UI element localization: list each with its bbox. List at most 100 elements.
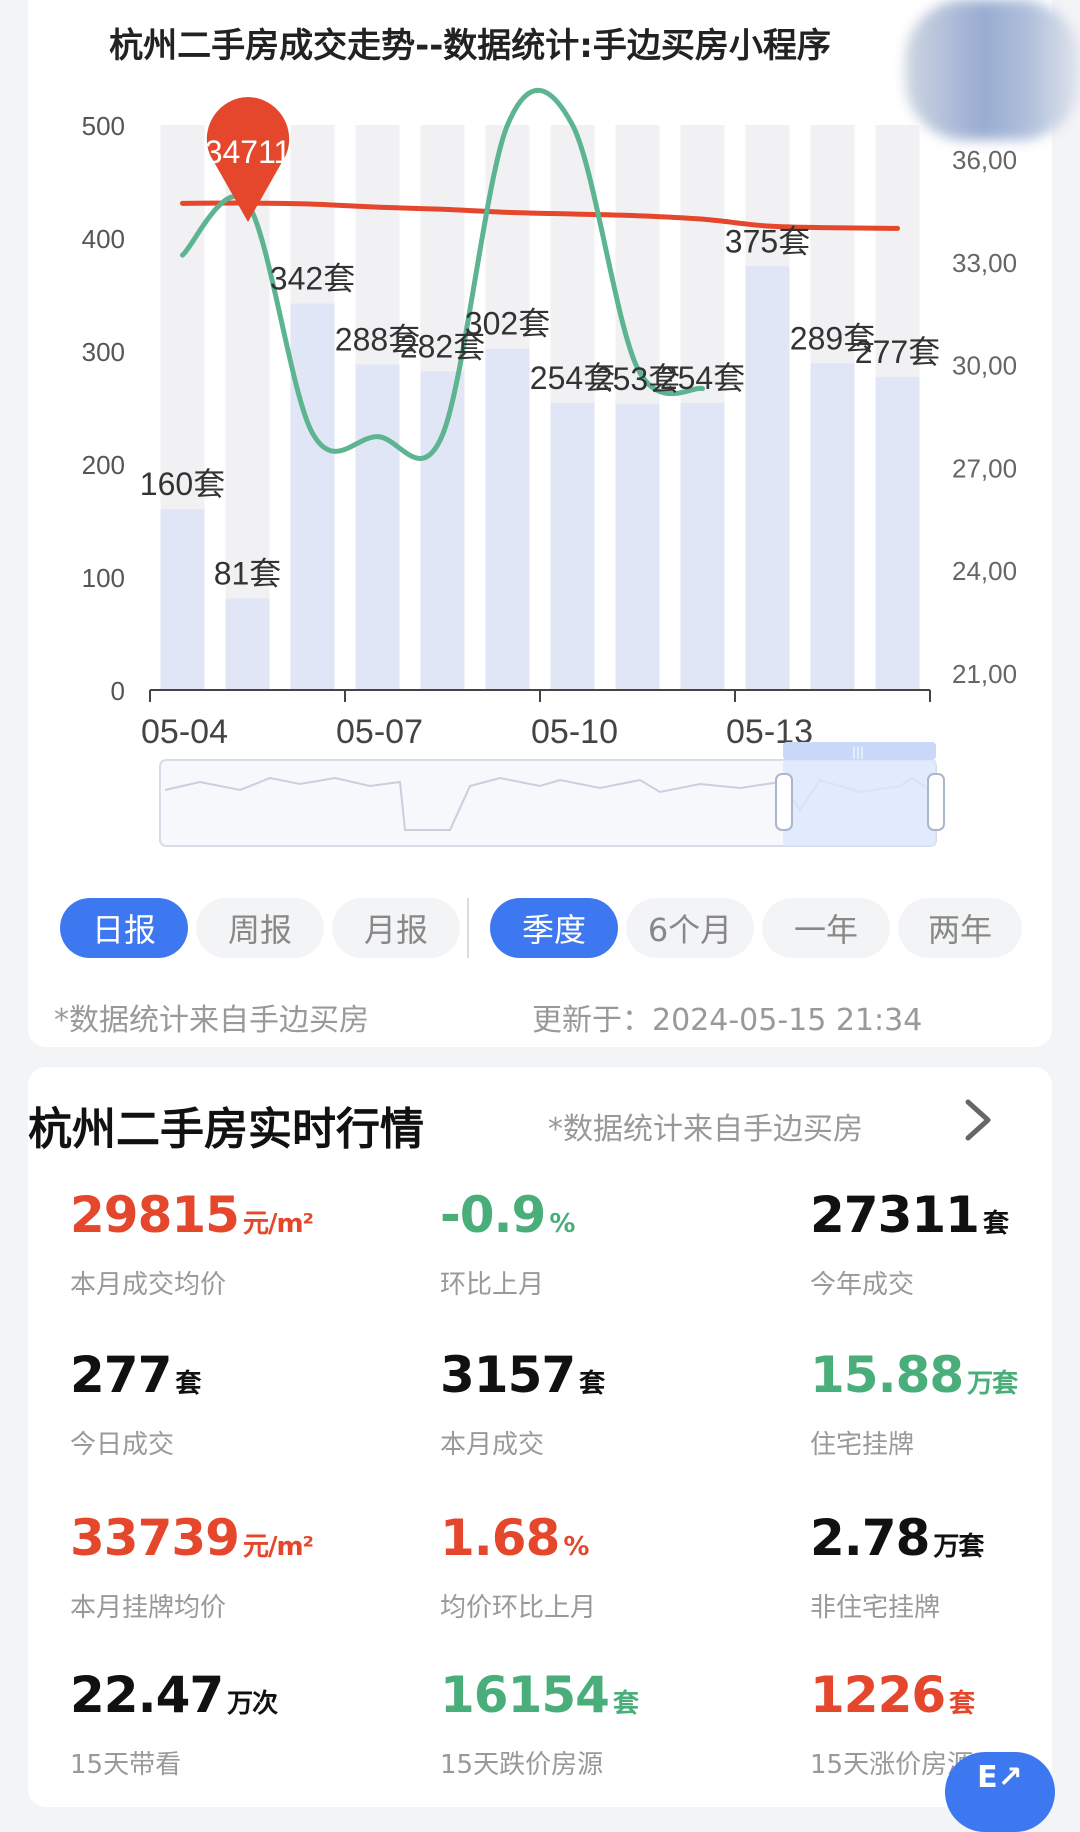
y-left-tick-label: 300 <box>82 337 125 367</box>
stat-label: 15天跌价房源 <box>440 1750 604 1780</box>
slider-left-handle[interactable] <box>775 773 793 831</box>
data-source-note: *数据统计来自手边买房 <box>54 1003 369 1038</box>
stat-value: 27311 套 <box>810 1185 1080 1254</box>
stat-number: 1226 <box>810 1666 946 1724</box>
stat-value: 22.47 万次 <box>70 1665 370 1734</box>
bar <box>680 402 725 690</box>
market-title: 杭州二手房实时行情 <box>28 1104 424 1155</box>
stat-label: 今日成交 <box>70 1430 175 1460</box>
stat-number: 22.47 <box>70 1666 224 1724</box>
stat-item: -0.9% 环比上月 <box>440 1185 740 1301</box>
bar <box>745 266 790 690</box>
bar <box>420 371 465 690</box>
chevron-right-icon[interactable] <box>958 1096 998 1144</box>
y-left-tick-label: 500 <box>82 111 125 141</box>
y-right-tick-label: 21,00 <box>952 659 1017 689</box>
price-marker-value: 34711 <box>205 134 292 170</box>
period-button-1year[interactable]: 一年 <box>762 898 890 958</box>
stat-item: 27311 套今年成交 <box>810 1185 1080 1301</box>
bar-value-label: 160套 <box>140 466 225 502</box>
stat-value: -0.9% <box>440 1185 740 1254</box>
y-left-tick-label: 200 <box>82 450 125 480</box>
stat-item: 277 套今日成交 <box>70 1345 370 1461</box>
stat-value: 1226 套 <box>810 1665 1080 1734</box>
stat-unit: 套 <box>949 1689 975 1719</box>
stat-label: 本月挂牌均价 <box>70 1593 227 1623</box>
stat-unit: % <box>563 1532 589 1562</box>
period-button-monthly[interactable]: 月报 <box>332 898 460 958</box>
stat-number: 277 <box>70 1346 172 1404</box>
period-button-daily[interactable]: 日报 <box>60 898 188 958</box>
period-button-6months[interactable]: 6个月 <box>626 898 754 958</box>
stat-value: 15.88 万套 <box>810 1345 1080 1414</box>
svg-text:|||: ||| <box>852 745 864 759</box>
period-button-weekly[interactable]: 周报 <box>196 898 324 958</box>
stat-number: 2.78 <box>810 1509 930 1567</box>
x-tick-label: 05-10 <box>531 713 618 751</box>
stat-unit: 套 <box>579 1369 605 1399</box>
period-button-2years[interactable]: 两年 <box>898 898 1022 958</box>
stat-label: 非住宅挂牌 <box>810 1593 941 1623</box>
bar-value-label: 342套 <box>270 261 355 297</box>
y-right-tick-label: 27,00 <box>952 453 1017 483</box>
stat-value: 2.78 万套 <box>810 1508 1080 1577</box>
y-right-tick-label: 30,00 <box>952 351 1017 381</box>
stat-label: 15天带看 <box>70 1750 182 1780</box>
zoom-slider[interactable]: ||| <box>159 742 945 847</box>
stat-value: 16154 套 <box>440 1665 740 1734</box>
stat-value: 3157 套 <box>440 1345 740 1414</box>
y-left-tick-label: 100 <box>82 563 125 593</box>
stat-item: 15.88 万套住宅挂牌 <box>810 1345 1080 1461</box>
bar <box>355 364 400 690</box>
stat-unit: % <box>549 1209 575 1239</box>
y-left-tick-label: 400 <box>82 224 125 254</box>
stat-unit: 套 <box>175 1369 201 1399</box>
stat-unit: 元/m² <box>242 1209 314 1239</box>
stat-value: 29815 元/m² <box>70 1185 370 1254</box>
period-button-quarter[interactable]: 季度 <box>490 898 618 958</box>
stat-value: 277 套 <box>70 1345 370 1414</box>
bar-value-label: 375套 <box>725 223 810 259</box>
floating-action-button[interactable]: E↗ <box>945 1752 1055 1832</box>
stat-item: 16154 套 15天跌价房源 <box>440 1665 740 1781</box>
update-time: 更新于：2024-05-15 21:34 <box>532 1003 923 1038</box>
stat-number: 29815 <box>70 1186 240 1244</box>
slider-selected-window <box>783 760 936 846</box>
stat-number: 15.88 <box>810 1346 964 1404</box>
button-divider <box>467 898 469 958</box>
stat-unit: 万套 <box>933 1532 984 1562</box>
bar <box>615 404 660 690</box>
stat-label: 本月成交均价 <box>70 1270 227 1300</box>
bar <box>875 376 920 690</box>
bar <box>810 363 855 690</box>
stat-item: 33739 元/m² 本月挂牌均价 <box>70 1508 370 1624</box>
bar-value-label: 254套 <box>660 360 745 396</box>
stat-number: 16154 <box>440 1666 610 1724</box>
slider-right-handle[interactable] <box>927 773 945 831</box>
stat-label: 均价环比上月 <box>440 1593 597 1623</box>
market-source-note: *数据统计来自手边买房 <box>548 1112 863 1147</box>
stat-item: 3157 套本月成交 <box>440 1345 740 1461</box>
stat-label: 住宅挂牌 <box>810 1430 915 1460</box>
stat-value: 1.68% <box>440 1508 740 1577</box>
stat-unit: 元/m² <box>242 1532 314 1562</box>
y-right-tick-label: 36,00 <box>952 145 1017 175</box>
bar-value-label: 81套 <box>214 555 282 591</box>
bar <box>160 509 205 690</box>
stat-label: 本月成交 <box>440 1430 545 1460</box>
y-left-tick-label: 0 <box>111 676 125 706</box>
bar <box>485 348 530 690</box>
stat-item: 22.47 万次 15天带看 <box>70 1665 370 1781</box>
stat-unit: 万套 <box>967 1369 1018 1399</box>
stat-label: 今年成交 <box>810 1270 915 1300</box>
stat-number: 33739 <box>70 1509 240 1567</box>
trend-chart: 0 100 200 300 400 500 21,00 24,00 27,00 30,00 33,0… <box>82 87 1017 847</box>
bar <box>225 598 270 690</box>
x-tick-label: 05-04 <box>141 713 228 751</box>
stat-unit: 套 <box>982 1209 1009 1239</box>
stat-item: 29815 元/m² 本月成交均价 <box>70 1185 370 1301</box>
y-right-tick-label: 24,00 <box>952 556 1017 586</box>
stat-item: 1.68% 均价环比上月 <box>440 1508 740 1624</box>
x-tick-label: 05-07 <box>336 713 423 751</box>
stat-item: 2.78 万套非住宅挂牌 <box>810 1508 1080 1624</box>
